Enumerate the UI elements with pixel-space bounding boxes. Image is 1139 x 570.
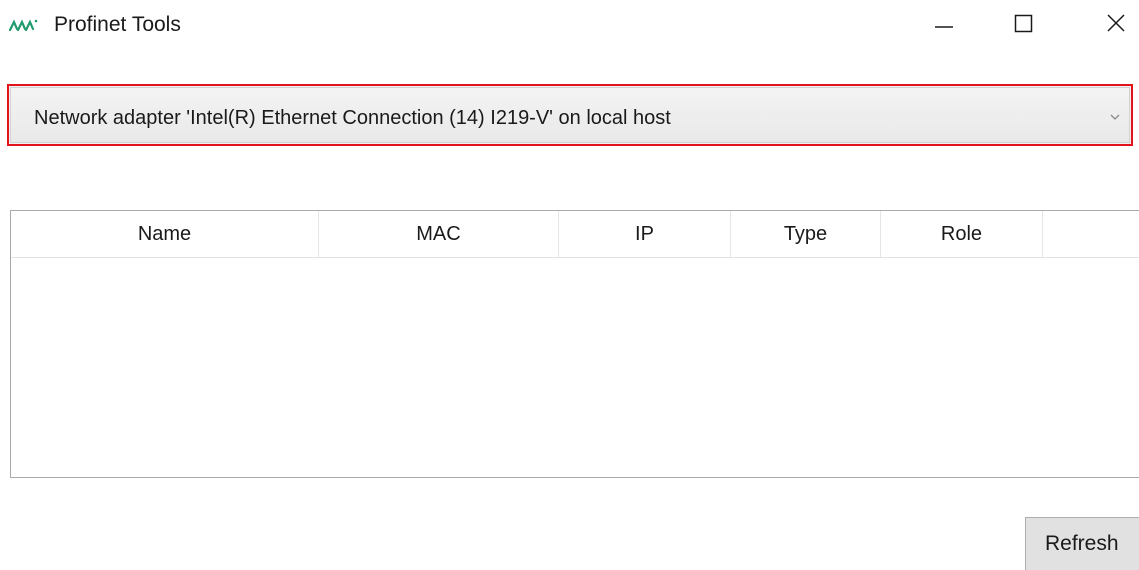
profinet-logo-icon [8, 18, 38, 32]
column-header-mac[interactable]: MAC [319, 211, 559, 257]
maximize-icon [1014, 13, 1034, 38]
close-icon [1106, 13, 1126, 38]
network-adapter-select-body[interactable]: Network adapter 'Intel(R) Ethernet Conne… [10, 87, 1130, 143]
maximize-button[interactable] [1001, 4, 1047, 46]
column-header-type[interactable]: Type [731, 211, 881, 257]
device-table[interactable]: Name MAC IP Type Role [10, 210, 1139, 478]
title-bar[interactable]: Profinet Tools [0, 0, 1139, 52]
network-adapter-select[interactable]: Network adapter 'Intel(R) Ethernet Conne… [7, 84, 1133, 146]
minimize-icon [934, 13, 954, 38]
close-button[interactable] [1093, 4, 1139, 46]
table-body[interactable] [11, 258, 1139, 477]
minimize-button[interactable] [921, 4, 967, 46]
profinet-tools-window: Profinet Tools Network adapter 'Intel(R)… [0, 0, 1139, 570]
table-header: Name MAC IP Type Role [11, 211, 1139, 258]
column-header-role[interactable]: Role [881, 211, 1043, 257]
column-header-filler [1043, 211, 1139, 257]
refresh-button[interactable]: Refresh [1025, 517, 1139, 570]
chevron-down-icon[interactable] [1108, 110, 1122, 124]
network-adapter-selected-value: Network adapter 'Intel(R) Ethernet Conne… [34, 107, 671, 129]
app-title: Profinet Tools [54, 13, 181, 36]
column-header-name[interactable]: Name [11, 211, 319, 257]
column-header-ip[interactable]: IP [559, 211, 731, 257]
